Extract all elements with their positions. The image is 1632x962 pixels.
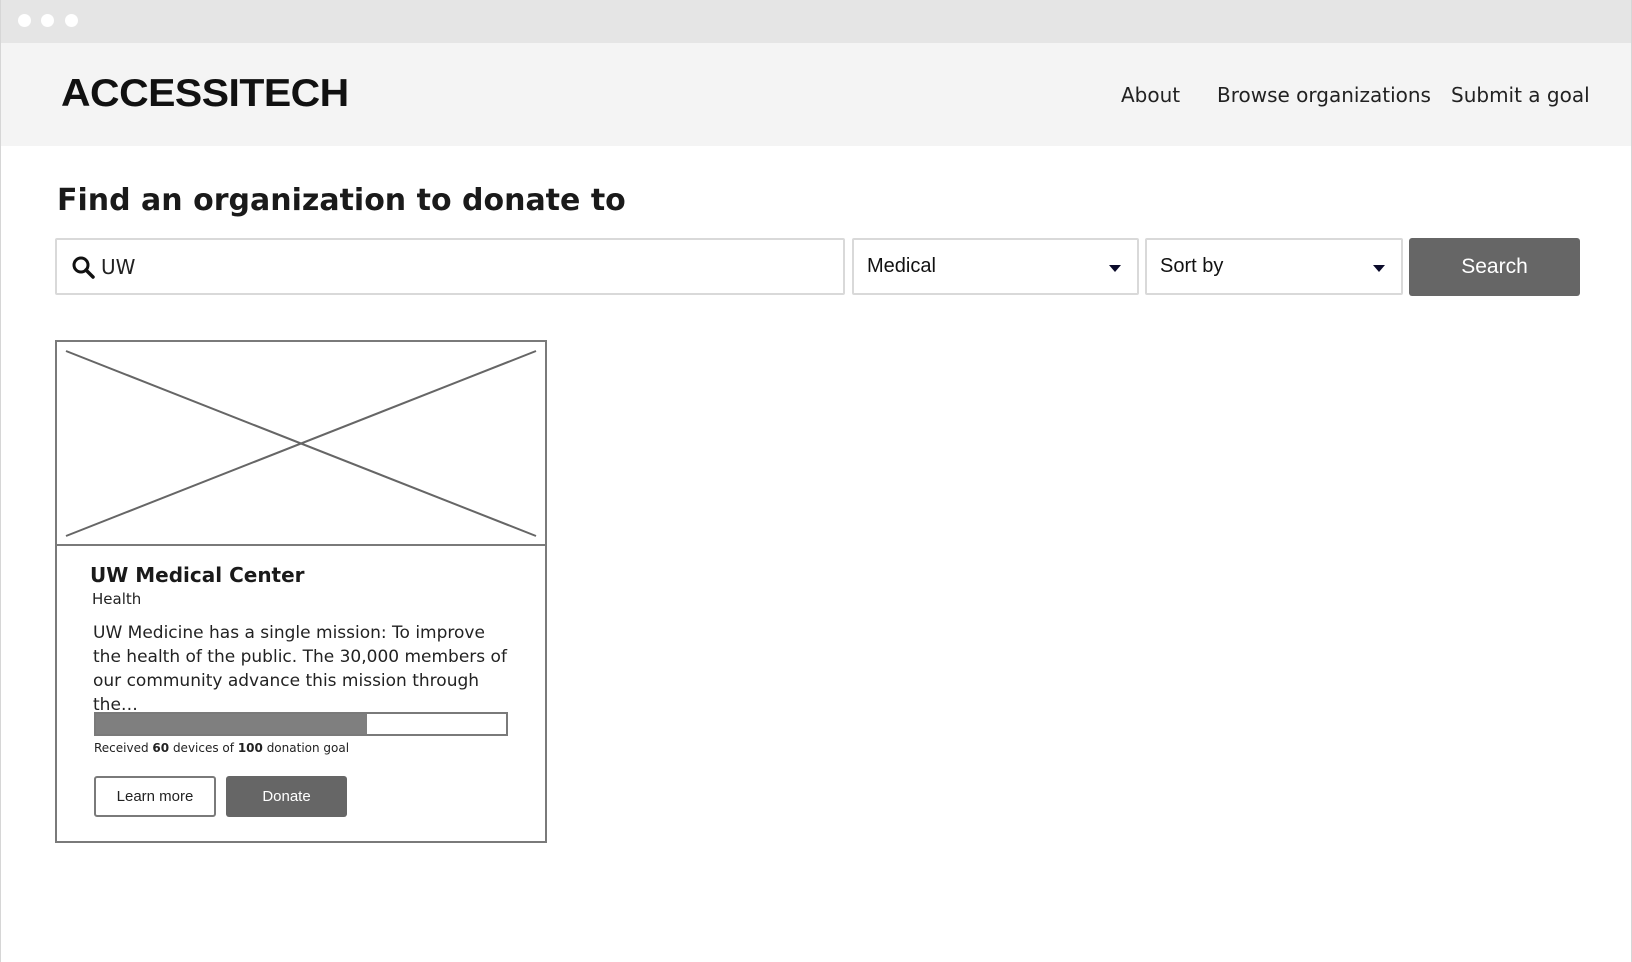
site-logo[interactable]: ACCESSITECH bbox=[61, 72, 349, 116]
search-button[interactable]: Search bbox=[1409, 238, 1580, 296]
received-count: 60 bbox=[152, 741, 170, 755]
donation-progress-fill bbox=[96, 714, 367, 734]
window-close-dot[interactable] bbox=[18, 14, 31, 27]
goal-count: 100 bbox=[237, 741, 263, 755]
progress-text-suffix: donation goal bbox=[262, 741, 350, 755]
top-navbar: ACCESSITECH About Browse organizations S… bbox=[1, 43, 1631, 146]
sort-select[interactable]: Sort by bbox=[1145, 238, 1403, 295]
donate-button[interactable]: Donate bbox=[226, 776, 347, 817]
caret-down-icon bbox=[1109, 265, 1121, 272]
category-select-value: Medical bbox=[867, 255, 936, 277]
donation-progress-bar bbox=[94, 712, 508, 736]
category-select[interactable]: Medical bbox=[852, 238, 1139, 295]
window-maximize-dot[interactable] bbox=[65, 14, 78, 27]
sort-select-value: Sort by bbox=[1160, 255, 1224, 277]
organization-name[interactable]: UW Medical Center bbox=[90, 563, 305, 587]
browser-window: ACCESSITECH About Browse organizations S… bbox=[0, 0, 1632, 962]
page-title: Find an organization to donate to bbox=[57, 183, 626, 218]
nav-link-about[interactable]: About bbox=[1121, 83, 1180, 107]
nav-link-submit-goal[interactable]: Submit a goal bbox=[1451, 83, 1590, 107]
window-minimize-dot[interactable] bbox=[41, 14, 54, 27]
progress-text-middle: devices of bbox=[169, 741, 238, 755]
caret-down-icon bbox=[1373, 265, 1385, 272]
organization-category: Health bbox=[92, 590, 142, 608]
search-box[interactable] bbox=[55, 238, 845, 295]
organization-description: UW Medicine has a single mission: To imp… bbox=[93, 623, 507, 715]
image-placeholder-icon bbox=[57, 342, 545, 546]
progress-text-prefix: Received bbox=[94, 741, 153, 755]
organization-card: UW Medical Center Health UW Medicine has… bbox=[55, 340, 547, 843]
title-bar bbox=[1, 0, 1631, 43]
donation-progress-text: Received 60 devices of 100 donation goal bbox=[94, 741, 349, 755]
learn-more-button[interactable]: Learn more bbox=[94, 776, 216, 817]
search-icon bbox=[72, 256, 95, 279]
nav-link-browse-organizations[interactable]: Browse organizations bbox=[1217, 83, 1431, 107]
search-input[interactable] bbox=[101, 240, 831, 293]
image-placeholder-cross bbox=[65, 350, 537, 537]
